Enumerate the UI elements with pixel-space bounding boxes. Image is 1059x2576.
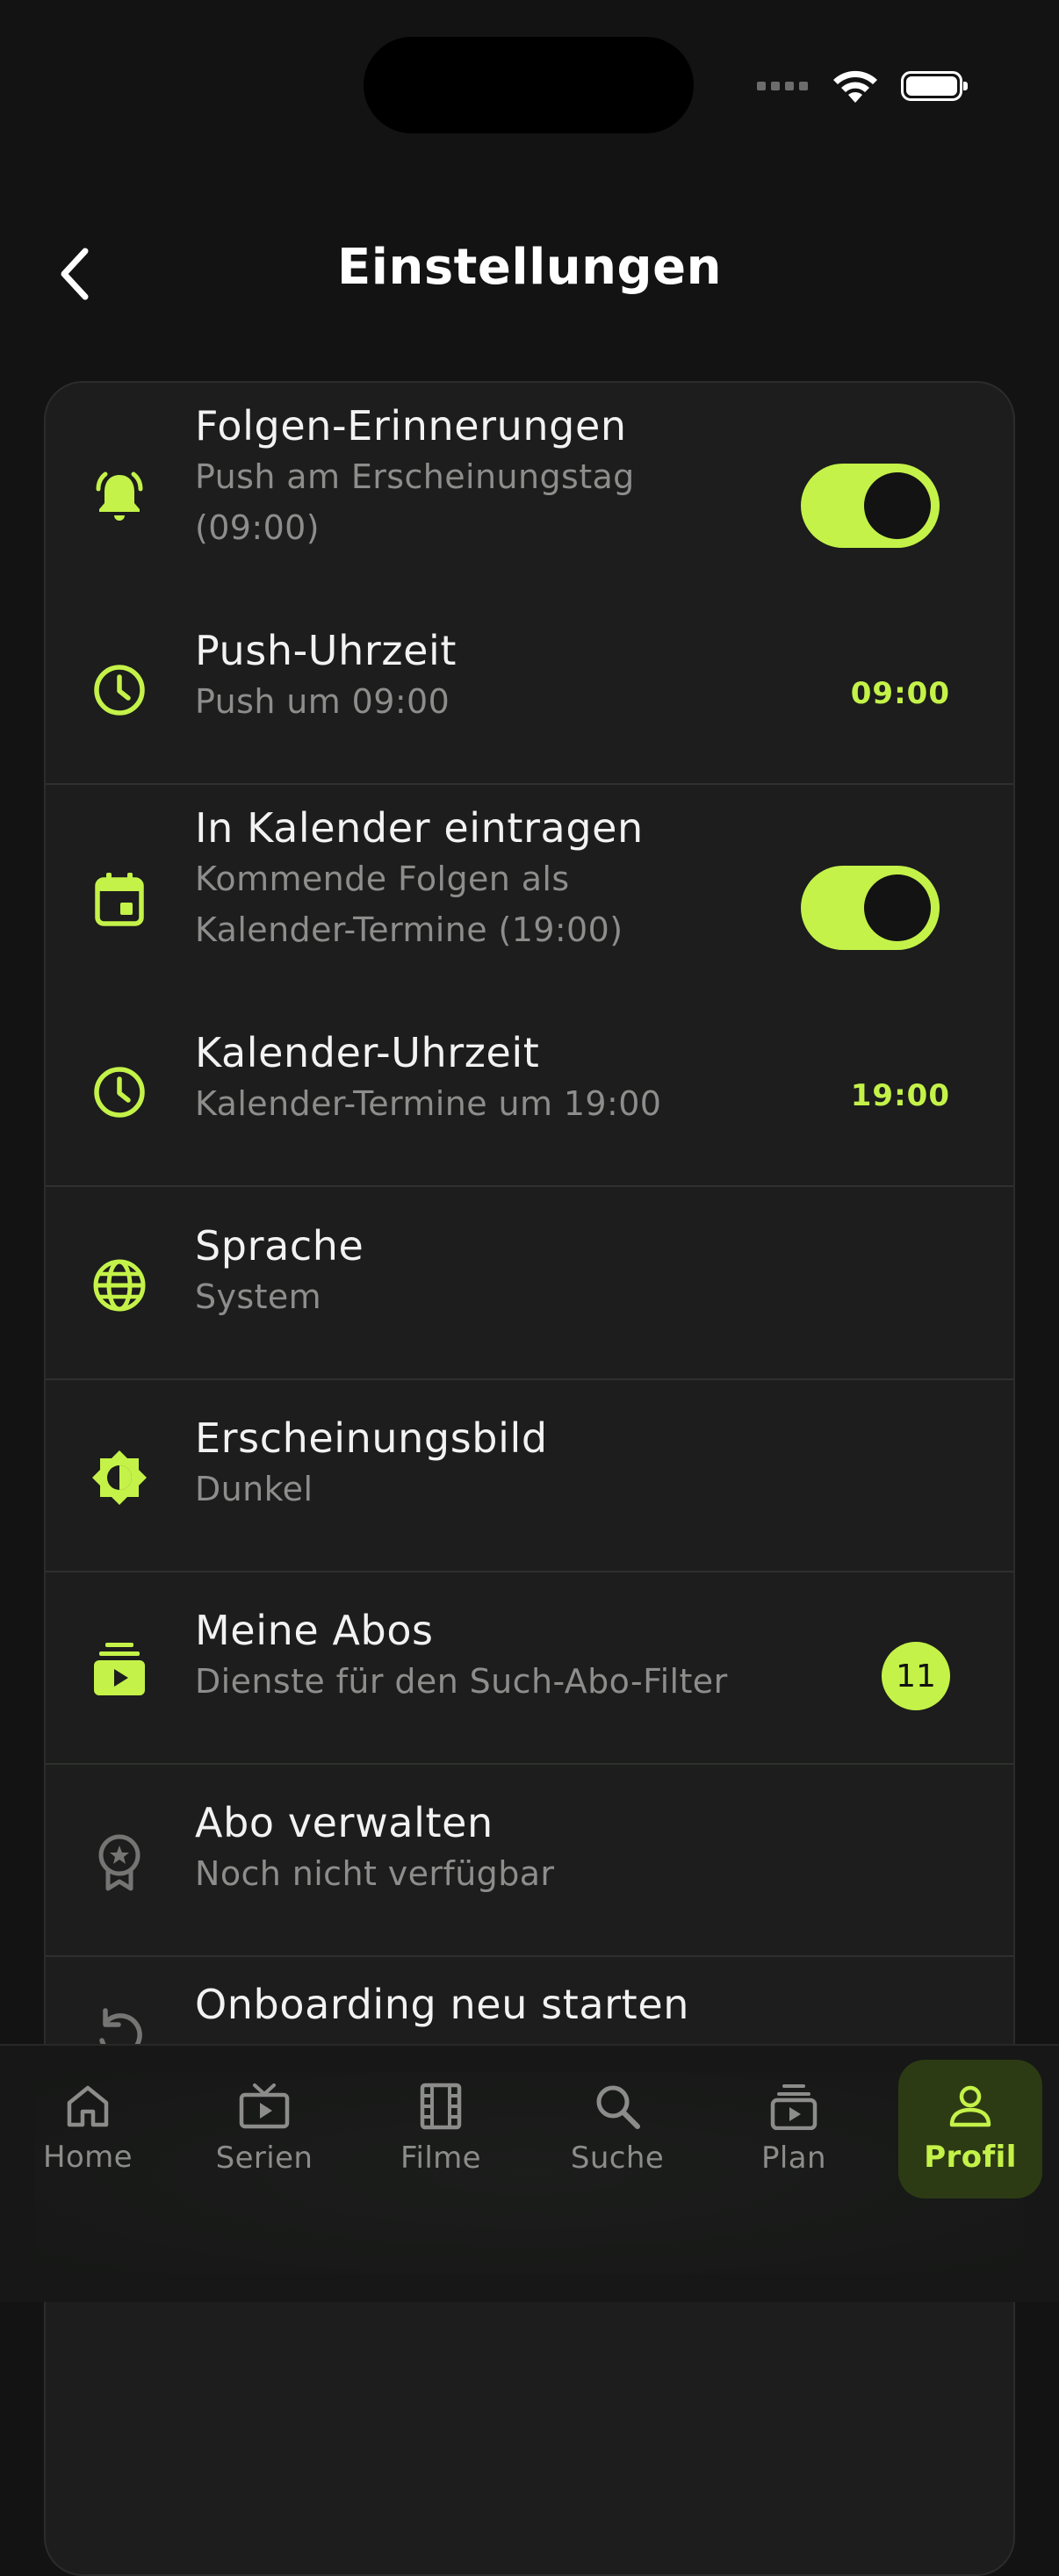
clock-icon — [90, 660, 149, 720]
setting-subtitle: Push um 09:00 — [195, 682, 450, 721]
divider — [46, 783, 1013, 785]
setting-subtitle: Dienste für den Such-Abo-Filter — [195, 1662, 728, 1701]
tab-label: Plan — [761, 2141, 826, 2176]
clock-icon — [90, 1062, 149, 1122]
setting-subtitle: Kommende Folgen als — [195, 860, 570, 898]
toggle-knob — [864, 874, 931, 941]
cellular-signal-icon — [757, 82, 808, 90]
tab-label: Profil — [924, 2140, 1017, 2175]
setting-title: Sprache — [195, 1222, 364, 1270]
setting-title: Erscheinungsbild — [195, 1414, 548, 1462]
setting-title: In Kalender eintragen — [195, 804, 644, 852]
dynamic-island — [364, 37, 694, 133]
divider — [46, 1763, 1013, 1765]
tab-label: Filme — [400, 2141, 481, 2176]
tv-icon — [239, 2083, 290, 2129]
setting-title: Folgen-Erinnerungen — [195, 402, 627, 450]
setting-appearance[interactable]: Erscheinungsbild Dunkel — [46, 1413, 1013, 1553]
home-icon — [67, 2085, 109, 2127]
calendar-time-value[interactable]: 19:00 — [851, 1078, 950, 1113]
setting-push-time[interactable]: Push-Uhrzeit Push um 09:00 09:00 — [46, 625, 1013, 766]
page-title: Einstellungen — [337, 239, 722, 296]
setting-subtitle: Noch nicht verfügbar — [195, 1854, 555, 1893]
tab-home[interactable]: Home — [16, 2060, 160, 2198]
search-icon — [596, 2085, 640, 2129]
setting-subtitle: Push am Erscheinungstag — [195, 457, 635, 496]
setting-add-to-calendar[interactable]: In Kalender eintragen Kommende Folgen al… — [46, 802, 1013, 996]
push-time-value[interactable]: 09:00 — [851, 676, 950, 711]
setting-subtitle: Dunkel — [195, 1470, 313, 1508]
divider — [46, 1955, 1013, 1957]
setting-title: Abo verwalten — [195, 1799, 493, 1846]
tab-label: Home — [42, 2140, 133, 2175]
setting-title: Onboarding neu starten — [195, 1981, 689, 2028]
brightness-icon — [90, 1448, 149, 1507]
setting-manage-subscription[interactable]: Abo verwalten Noch nicht verfügbar — [46, 1797, 1013, 1938]
plan-icon — [770, 2084, 818, 2130]
divider — [46, 1185, 1013, 1187]
setting-subtitle: System — [195, 1277, 322, 1316]
tab-filme[interactable]: Filme — [369, 2060, 513, 2198]
tab-suche[interactable]: Suche — [545, 2060, 689, 2198]
setting-my-subscriptions[interactable]: Meine Abos Dienste für den Such-Abo-Filt… — [46, 1605, 1013, 1745]
toggle-knob — [864, 472, 931, 539]
award-icon — [90, 1832, 149, 1892]
setting-title: Meine Abos — [195, 1607, 434, 1654]
setting-title: Kalender-Uhrzeit — [195, 1029, 540, 1076]
subscriptions-count-badge: 11 — [882, 1642, 950, 1710]
episode-reminders-toggle[interactable] — [801, 464, 940, 548]
divider — [46, 1571, 1013, 1572]
tab-serien[interactable]: Serien — [192, 2060, 336, 2198]
setting-subtitle: (09:00) — [195, 508, 320, 547]
tab-profil[interactable]: Profil — [898, 2060, 1042, 2198]
film-icon — [420, 2083, 462, 2130]
setting-language[interactable]: Sprache System — [46, 1220, 1013, 1361]
person-icon — [949, 2085, 991, 2127]
tab-plan[interactable]: Plan — [722, 2060, 866, 2198]
wifi-icon — [833, 70, 877, 103]
setting-subtitle: Kalender-Termine (19:00) — [195, 910, 623, 949]
status-bar-indicators — [757, 63, 968, 109]
setting-calendar-time[interactable]: Kalender-Uhrzeit Kalender-Termine um 19:… — [46, 1027, 1013, 1168]
bell-ring-icon — [90, 467, 149, 527]
battery-icon — [901, 71, 968, 101]
setting-subtitle: Kalender-Termine um 19:00 — [195, 1084, 662, 1123]
divider — [46, 1378, 1013, 1380]
setting-title: Push-Uhrzeit — [195, 627, 457, 674]
setting-episode-reminders[interactable]: Folgen-Erinnerungen Push am Erscheinungs… — [46, 400, 1013, 594]
add-to-calendar-toggle[interactable] — [801, 866, 940, 950]
tab-label: Suche — [570, 2141, 665, 2176]
tab-label: Serien — [215, 2141, 313, 2176]
globe-icon — [90, 1256, 149, 1315]
calendar-icon — [90, 869, 149, 929]
subscriptions-icon — [90, 1640, 149, 1700]
